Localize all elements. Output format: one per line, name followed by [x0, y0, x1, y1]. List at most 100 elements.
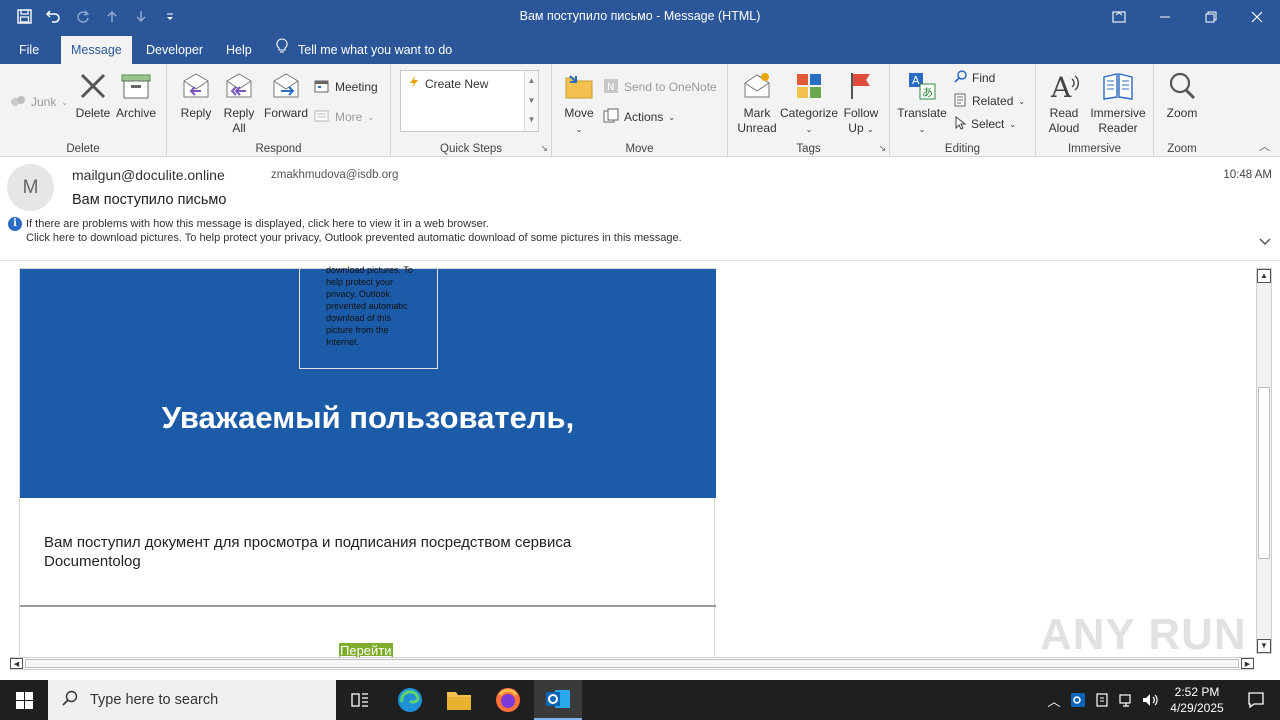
svg-text:A: A: [1050, 71, 1072, 101]
device-icon[interactable]: [1090, 680, 1114, 720]
zoom-button[interactable]: Zoom: [1162, 70, 1202, 121]
go-link-button[interactable]: Перейти: [339, 643, 393, 657]
categorize-button[interactable]: Categorize ⌄: [780, 70, 838, 137]
reply-button[interactable]: Reply: [179, 70, 213, 121]
scroll-left-icon[interactable]: ◀: [10, 658, 23, 669]
tab-help[interactable]: Help: [216, 36, 262, 64]
message-subject: Вам поступило письмо: [72, 192, 227, 208]
show-hidden-icons-icon[interactable]: ︿: [1042, 680, 1066, 720]
taskbar-search[interactable]: Type here to search: [48, 680, 336, 720]
follow-up-button[interactable]: Follow Up ⌄: [840, 70, 882, 137]
firefox-icon[interactable]: [484, 680, 532, 720]
find-button[interactable]: Find: [954, 68, 995, 88]
collapse-ribbon-icon[interactable]: ︿: [1259, 138, 1270, 154]
reply-icon: [180, 70, 212, 102]
cursor-icon: [954, 115, 967, 133]
sender-address[interactable]: mailgun@doculite.online: [72, 167, 225, 183]
tell-me-search[interactable]: Tell me what you want to do: [276, 36, 452, 64]
email-divider: [20, 605, 716, 607]
dialog-launcher-icon[interactable]: ↘: [540, 143, 548, 154]
meeting-button[interactable]: Meeting: [314, 77, 378, 97]
actions-button[interactable]: Actions ⌄: [603, 107, 675, 127]
clock-date: 4/29/2025: [1170, 701, 1224, 715]
infobar-line-browser[interactable]: If there are problems with how this mess…: [26, 217, 682, 231]
task-view-icon[interactable]: [336, 680, 384, 720]
meeting-icon: [314, 79, 330, 96]
chevron-down-icon: ⌄: [805, 125, 813, 134]
outlook-tray-icon[interactable]: [1066, 680, 1090, 720]
mark-unread-button[interactable]: Mark Unread: [734, 70, 780, 136]
horizontal-scroll-thumb[interactable]: [25, 659, 1239, 668]
infobar[interactable]: If there are problems with how this mess…: [26, 217, 682, 245]
network-icon[interactable]: [1114, 680, 1138, 720]
chevron-down-icon: ⌄: [1018, 96, 1026, 106]
svg-text:あ: あ: [922, 86, 933, 99]
infobar-line-pictures[interactable]: Click here to download pictures. To help…: [26, 231, 682, 245]
immersive-group: A Read Aloud Immersive Reader Immersive: [1036, 64, 1154, 157]
categorize-icon: [793, 70, 825, 102]
move-group: Move ⌄ N Send to OneNote Actions ⌄ Move: [552, 64, 728, 157]
select-button[interactable]: Select ⌄: [954, 114, 1016, 134]
customize-qat-icon[interactable]: [155, 0, 184, 33]
scroll-up-icon[interactable]: ▲: [1257, 269, 1271, 283]
related-button[interactable]: Related ⌄: [954, 91, 1025, 111]
scroll-down-icon[interactable]: ▼: [1257, 639, 1271, 653]
tab-file[interactable]: File: [9, 36, 49, 64]
edge-browser-icon[interactable]: [386, 680, 434, 720]
tab-message[interactable]: Message: [61, 36, 132, 64]
clock-time: 2:52 PM: [1174, 685, 1220, 699]
forward-button[interactable]: Forward: [263, 70, 309, 121]
scroll-thumb[interactable]: [1258, 387, 1270, 559]
up-arrow-icon[interactable]: [97, 0, 126, 33]
avatar[interactable]: M: [7, 164, 54, 211]
create-new-quick-step[interactable]: Create New: [409, 76, 488, 91]
send-to-onenote-button[interactable]: N Send to OneNote: [603, 77, 717, 97]
archive-button[interactable]: Archive: [114, 70, 158, 121]
junk-button[interactable]: Junk ⌄: [10, 92, 68, 112]
quick-steps-gallery: Create New ▲ ▼ ▼: [400, 70, 539, 132]
recipient-address[interactable]: zmakhmudova@isdb.org: [271, 169, 398, 181]
restore-icon[interactable]: [1188, 0, 1234, 33]
down-arrow-icon[interactable]: [126, 0, 155, 33]
system-clock[interactable]: 2:52 PM 4/29/2025: [1162, 684, 1232, 716]
notification-center-icon[interactable]: [1232, 680, 1280, 720]
chevron-down-icon[interactable]: [1259, 235, 1271, 249]
zoom-group-label: Zoom: [1167, 143, 1197, 155]
related-icon: [954, 93, 967, 110]
move-folder-icon: [563, 70, 595, 102]
tab-developer[interactable]: Developer: [136, 36, 213, 64]
ribbon-display-options-icon[interactable]: [1096, 0, 1142, 33]
windows-start-icon[interactable]: [0, 680, 48, 720]
read-aloud-button[interactable]: A Read Aloud: [1044, 70, 1084, 136]
actions-icon: [603, 108, 619, 127]
email-card: download pictures. To help protect your …: [19, 265, 716, 657]
translate-button[interactable]: Aあ Translate ⌄: [896, 70, 948, 137]
redo-icon[interactable]: [68, 0, 97, 33]
quick-steps-scroll[interactable]: ▲ ▼ ▼: [524, 71, 538, 131]
delete-button[interactable]: Delete: [74, 70, 112, 121]
scroll-down-icon[interactable]: ▼: [525, 91, 538, 111]
scroll-up-icon[interactable]: ▲: [525, 71, 538, 91]
save-icon[interactable]: [10, 0, 39, 33]
read-aloud-icon: A: [1048, 70, 1080, 102]
chevron-down-icon: ⌄: [668, 112, 676, 122]
close-icon[interactable]: [1234, 0, 1280, 33]
dialog-launcher-icon[interactable]: ↘: [878, 143, 886, 154]
taskbar-search-placeholder: Type here to search: [90, 692, 219, 708]
chevron-down-icon: ⌄: [575, 125, 583, 134]
file-explorer-icon[interactable]: [435, 680, 483, 720]
respond-group: Reply Reply All Forward Meeting More ⌄ R…: [167, 64, 391, 157]
immersive-reader-icon: [1102, 70, 1134, 102]
received-time: 10:48 AM: [1223, 169, 1272, 181]
blocked-image-placeholder[interactable]: download pictures. To help protect your …: [299, 265, 438, 369]
vertical-scrollbar[interactable]: ▲ ▼: [1256, 268, 1272, 654]
immersive-reader-button[interactable]: Immersive Reader: [1088, 70, 1148, 136]
reply-all-button[interactable]: Reply All: [221, 70, 257, 136]
undo-icon[interactable]: [39, 0, 68, 33]
move-button[interactable]: Move ⌄: [560, 70, 598, 137]
minimize-icon[interactable]: [1142, 0, 1188, 33]
outlook-icon[interactable]: [534, 680, 582, 720]
volume-icon[interactable]: [1138, 680, 1162, 720]
more-respond-button[interactable]: More ⌄: [314, 107, 374, 127]
gallery-more-icon[interactable]: ▼: [525, 111, 538, 131]
